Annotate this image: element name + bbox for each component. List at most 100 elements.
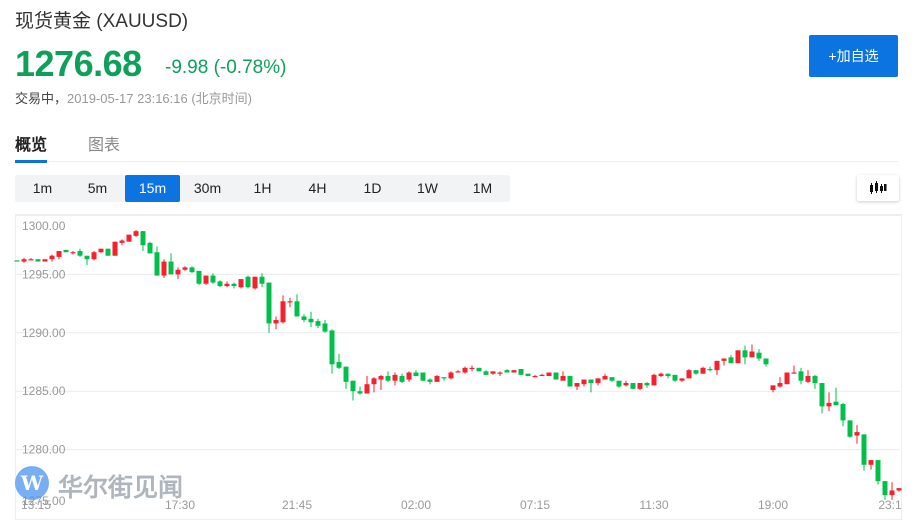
candle [294,294,300,317]
candle-body [392,374,398,381]
candle [357,386,363,395]
candle [196,270,202,285]
candle-body [756,352,762,359]
candle-body [84,255,90,260]
candle [203,275,209,285]
candle-body [294,301,300,317]
candle-body [490,371,496,374]
candle [749,344,755,358]
candle [322,319,328,333]
candle [525,373,531,377]
candle [126,234,132,242]
candle-body [420,372,426,381]
candle [637,383,643,391]
candle [539,373,545,377]
candle [847,420,853,438]
candle-body [357,391,363,394]
candle-body [553,372,559,380]
y-tick-label: 1300.00 [22,219,66,233]
candle-body [399,376,405,382]
candle [616,380,622,388]
candle [343,366,349,389]
candle [630,383,636,389]
candle [63,249,69,253]
candle-body [770,385,776,391]
candle [406,371,412,382]
candle [49,254,55,262]
x-tick-label: 19:00 [758,498,788,512]
candle [238,279,244,289]
candle-body [665,373,671,377]
candle-body [532,376,538,378]
candle-body [28,259,34,261]
candle-body [322,323,328,332]
candle-body [567,376,573,387]
candle [280,295,286,324]
candle [350,380,356,401]
candle [287,297,293,308]
x-tick-label: 11:30 [639,498,668,512]
candle [763,358,769,367]
candle [665,373,671,379]
candle [651,373,657,386]
candle [112,241,118,256]
watermark: W [15,466,49,500]
candle-body [182,267,188,270]
candle-body [742,350,748,358]
chart-plot: 1300.001295.001290.001285.001280.001275.… [14,219,902,512]
candle [252,276,258,290]
candle-body [329,330,335,365]
candle [819,383,825,414]
candle-body [644,383,650,386]
candle [441,377,447,381]
candle [140,231,146,252]
candle-body [252,276,258,289]
candle-body [868,460,874,465]
candle-body [483,371,489,375]
candle-body [462,367,468,373]
candle [105,248,111,256]
candle [756,349,762,361]
candle [798,367,804,385]
candle [532,374,538,378]
candle [308,311,314,327]
candle-body [861,434,867,465]
candle-body [385,376,391,381]
x-tick-label: 02:00 [401,498,431,512]
candle-body [637,383,643,389]
candle [35,259,41,262]
candle-body [56,251,62,257]
x-tick-label: 07:15 [520,498,550,512]
candle [21,258,27,263]
candle [742,345,748,365]
candle-body [504,370,510,373]
candle-body [693,370,699,374]
candle [609,377,615,382]
candle [553,372,559,380]
candle-body [308,318,314,323]
candle [700,366,706,374]
candle [56,251,62,260]
candle-body [539,374,545,377]
candle-body [875,460,881,482]
candle-body [714,360,720,371]
candle [259,273,265,288]
candle-body [259,276,265,284]
candle-body [735,350,741,364]
candle [455,370,461,373]
candle [175,267,181,280]
candle-body [763,358,769,365]
candle [875,460,881,485]
candle [581,379,587,387]
candle [693,370,699,375]
candle-body [882,481,888,496]
candle [812,374,818,389]
candle [896,488,902,492]
candle [714,360,720,375]
candle [497,371,503,377]
candle-body [364,384,370,394]
candle-body [147,242,153,254]
candle-body [70,252,76,254]
candle-body [511,370,517,373]
candle-body [455,371,461,373]
